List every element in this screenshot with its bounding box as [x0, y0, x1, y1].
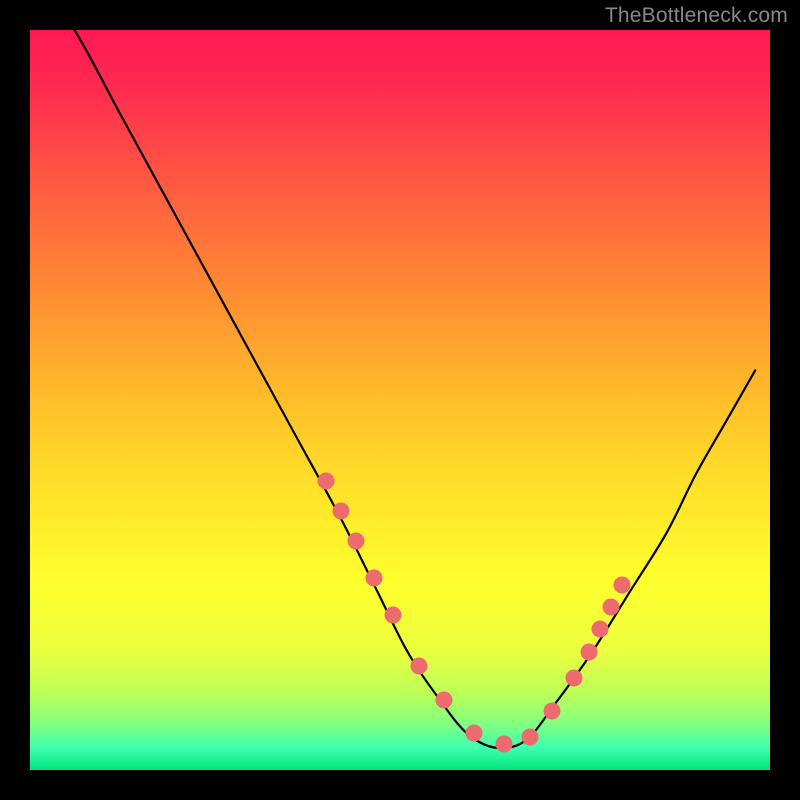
plot-area	[30, 30, 770, 770]
highlight-dot	[565, 669, 582, 686]
watermark-text: TheBottleneck.com	[605, 4, 788, 28]
highlight-dot	[318, 473, 335, 490]
highlight-dot	[521, 728, 538, 745]
highlight-dot	[580, 643, 597, 660]
highlight-dot	[466, 725, 483, 742]
highlight-dot	[410, 658, 427, 675]
highlight-dot	[591, 621, 608, 638]
highlight-dot	[543, 702, 560, 719]
highlight-dot	[332, 503, 349, 520]
highlight-dot	[436, 691, 453, 708]
highlight-dot	[347, 532, 364, 549]
highlight-dot	[384, 606, 401, 623]
highlight-dot	[495, 736, 512, 753]
highlight-dot	[614, 577, 631, 594]
highlight-dot	[602, 599, 619, 616]
highlight-dot	[366, 569, 383, 586]
bottleneck-curve	[30, 30, 770, 770]
